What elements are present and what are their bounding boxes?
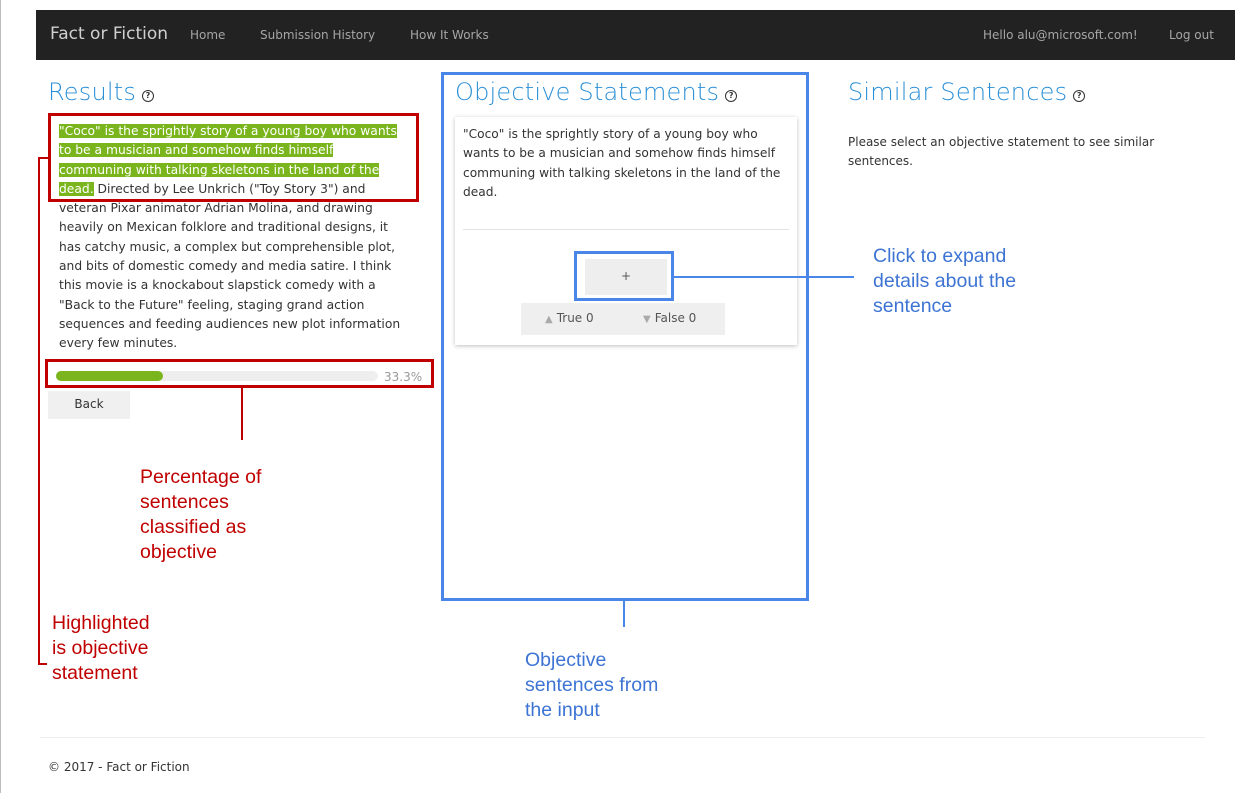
annotation-line: Click to expand [873, 245, 1007, 267]
results-text-line: every few minutes. [59, 336, 178, 351]
highlighted-annotation: Highlighted is objective statement [52, 611, 150, 686]
navbar: Fact or Fiction Home Submission History … [36, 10, 1235, 60]
results-text-line: veteran Pixar animator Adrian Molina, an… [59, 201, 373, 216]
annotation-line: sentences [140, 491, 229, 513]
logout-link[interactable]: Log out [1169, 28, 1214, 42]
annotation-connector [674, 276, 854, 278]
results-text-line: heavily on Mexican folklore and traditio… [59, 220, 389, 235]
annotation-line: statement [52, 662, 138, 684]
similar-message: Please select an objective statement to … [848, 135, 1155, 168]
back-button[interactable]: Back [48, 391, 130, 419]
results-text-line: and bits of domestic comedy and media sa… [59, 259, 392, 274]
user-greeting[interactable]: Hello alu@microsoft.com! [983, 28, 1138, 42]
objective-sentences-annotation: Objective sentences from the input [525, 648, 658, 723]
help-icon[interactable]: ? [142, 90, 155, 102]
percentage-annotation: Percentage of sentences classified as ob… [140, 465, 261, 565]
nav-submission-history[interactable]: Submission History [260, 28, 375, 42]
similar-title: Similar Sentences [848, 78, 1068, 106]
annotation-line: the input [525, 699, 600, 721]
nav-home[interactable]: Home [190, 28, 225, 42]
highlight-annotation-box [48, 113, 419, 202]
similar-heading: Similar Sentences? [848, 78, 1086, 106]
results-text-line: this movie is a knockabout slapstick com… [59, 278, 376, 293]
page: Fact or Fiction Home Submission History … [0, 0, 1235, 793]
footer-copyright: © 2017 - Fact or Fiction [48, 760, 190, 774]
annotation-line: sentence [873, 295, 953, 317]
results-title: Results [48, 78, 137, 106]
expand-annotation: Click to expand details about the senten… [873, 244, 1016, 319]
annotation-line: sentences from [525, 674, 659, 696]
annotation-line: details about the [873, 270, 1017, 292]
annotation-connector [38, 157, 40, 665]
results-text-line: has catchy music, a complex but comprehe… [59, 239, 396, 254]
footer-divider [40, 737, 1205, 738]
results-heading: Results? [48, 78, 155, 106]
annotation-line: objective [140, 541, 217, 563]
annotation-line: Objective [525, 649, 607, 671]
annotation-line: classified as [140, 516, 247, 538]
help-icon[interactable]: ? [1073, 90, 1086, 102]
objective-annotation-box [441, 72, 809, 601]
annotation-line: Percentage of [140, 466, 262, 488]
annotation-line: Highlighted [52, 612, 150, 634]
expand-annotation-box [574, 251, 674, 301]
results-text-line: "Back to the Future" feeling, staging gr… [59, 297, 365, 312]
brand-link[interactable]: Fact or Fiction [50, 24, 168, 44]
annotation-connector [38, 663, 47, 665]
progress-annotation-box [45, 359, 434, 388]
annotation-connector [623, 601, 625, 627]
annotation-connector [241, 388, 243, 440]
window-edge [0, 0, 1, 793]
results-text-line: sequences and feeding audiences new plot… [59, 316, 401, 331]
annotation-line: is objective [52, 637, 149, 659]
nav-how-it-works[interactable]: How It Works [410, 28, 489, 42]
